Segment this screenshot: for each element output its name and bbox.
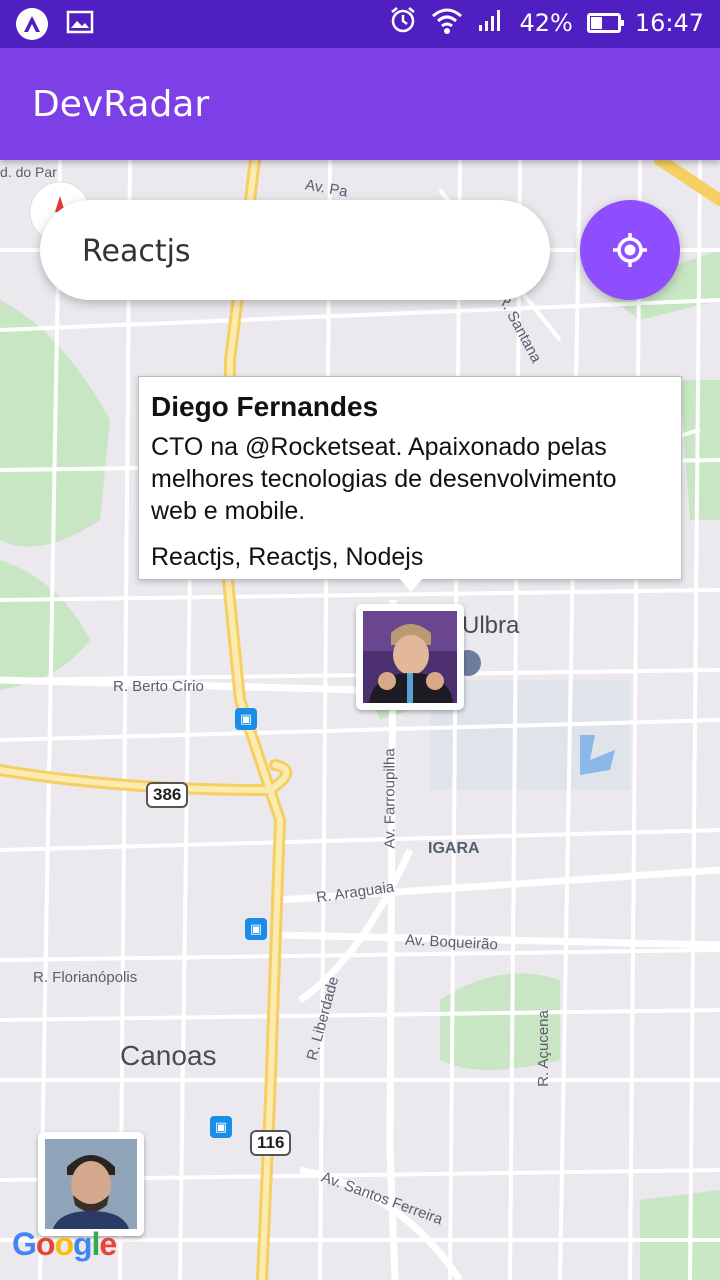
google-logo: Google — [12, 1226, 117, 1263]
bus-stop-icon: ▣ — [235, 708, 257, 730]
battery-percent: 42% — [519, 9, 573, 37]
app-title: DevRadar — [32, 84, 210, 125]
battery-icon — [586, 13, 624, 33]
google-logo-letter: g — [72, 1226, 93, 1262]
app-bar: DevRadar — [0, 48, 720, 160]
map-label-do-par: d. do Par — [0, 164, 57, 180]
avatar — [45, 1139, 137, 1229]
map-roads — [0, 160, 720, 1280]
google-logo-letter: G — [12, 1226, 37, 1262]
callout-pointer — [399, 578, 423, 592]
developer-marker[interactable] — [356, 604, 464, 710]
developer-name: Diego Fernandes — [151, 391, 379, 422]
map-label-berto-cirio: R. Berto Círio — [113, 678, 204, 695]
map-label-canoas: Canoas — [120, 1040, 217, 1071]
google-logo-letter: o — [35, 1226, 56, 1262]
image-notification-icon — [66, 10, 94, 39]
map-label-farroupilha: Av. Farroupilha — [381, 748, 399, 849]
developer-callout[interactable]: Diego Fernandes CTO na @Rocketseat. Apai… — [138, 376, 682, 580]
map-label-acucena: R. Açucena — [534, 1010, 552, 1087]
bus-stop-icon: ▣ — [245, 918, 267, 940]
developer-marker[interactable] — [38, 1132, 144, 1236]
app-notification-icon — [16, 8, 48, 40]
bus-stop-icon: ▣ — [210, 1116, 232, 1138]
search-input[interactable] — [80, 228, 524, 274]
my-location-icon — [613, 233, 647, 267]
map-label-igara: IGARA — [428, 840, 480, 857]
search-bar[interactable] — [40, 200, 550, 300]
google-logo-letter: e — [99, 1226, 117, 1262]
route-shield-116: 116 — [250, 1130, 292, 1156]
avatar — [363, 611, 457, 703]
clock: 16:47 — [634, 9, 704, 37]
signal-icon — [477, 7, 505, 39]
google-logo-letter: o — [54, 1226, 74, 1262]
developer-bio: CTO na @Rocketseat. Apaixonado pelas mel… — [151, 433, 617, 525]
status-bar: 42% 16:47 — [0, 0, 720, 48]
map-view[interactable] — [0, 160, 720, 1280]
map-label-florianopolis: R. Florianópolis — [33, 969, 138, 986]
map-label-ulbra: Ulbra — [462, 612, 520, 639]
locate-button[interactable] — [580, 200, 680, 300]
developer-techs: Reactjs, Reactjs, Nodejs — [151, 543, 424, 571]
route-shield-386: 386 — [146, 782, 189, 808]
wifi-icon — [431, 6, 463, 40]
battery-level — [590, 17, 602, 29]
alarm-icon — [389, 6, 417, 40]
